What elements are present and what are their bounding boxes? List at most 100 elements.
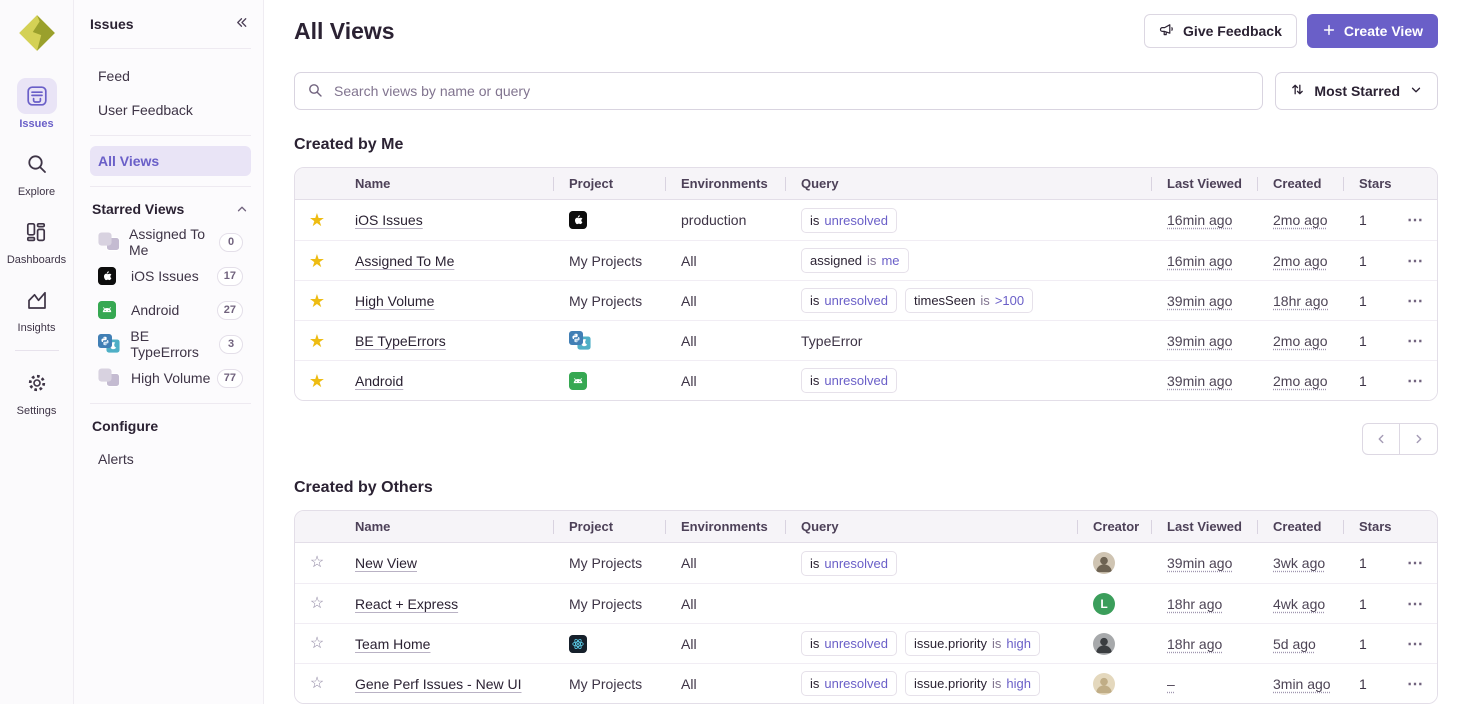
star-toggle[interactable]: ★: [309, 252, 325, 270]
rail-item-label: Issues: [19, 118, 53, 130]
collapse-sidebar-button[interactable]: [232, 13, 251, 35]
column-header-query: Query: [785, 176, 1151, 191]
created-value[interactable]: 3wk ago: [1273, 555, 1325, 571]
give-feedback-button[interactable]: Give Feedback: [1144, 14, 1297, 48]
last-viewed-value[interactable]: 16min ago: [1167, 212, 1232, 228]
created-value[interactable]: 2mo ago: [1273, 253, 1327, 269]
rail-divider: [15, 350, 59, 351]
rail-item-settings[interactable]: Settings: [17, 365, 57, 417]
sidebar-item-feed[interactable]: Feed: [90, 61, 251, 91]
rail-item-insights[interactable]: Insights: [17, 282, 57, 334]
last-viewed-value[interactable]: 18hr ago: [1167, 596, 1222, 612]
rail-item-explore[interactable]: Explore: [17, 146, 57, 198]
sidebar-item-high-volume[interactable]: High Volume 77: [90, 363, 251, 393]
row-menu-button[interactable]: ⋯: [1407, 251, 1425, 271]
view-name-link[interactable]: BE TypeErrors: [355, 333, 446, 349]
stars-count: 1: [1343, 321, 1395, 360]
view-name-link[interactable]: Gene Perf Issues - New UI: [355, 676, 522, 692]
stars-count: 1: [1343, 281, 1395, 320]
sort-dropdown[interactable]: Most Starred: [1275, 72, 1438, 110]
column-header-created: Created: [1257, 519, 1343, 534]
issues-icon: [17, 78, 57, 114]
created-value[interactable]: 2mo ago: [1273, 212, 1327, 228]
last-viewed-value[interactable]: 39min ago: [1167, 555, 1232, 571]
sidebar-item-assigned-to-me[interactable]: Assigned To Me 0: [90, 227, 251, 257]
sidebar-item-all-views[interactable]: All Views: [90, 146, 251, 176]
table-row: ★ Android All isunresolved 39min ago 2mo…: [295, 360, 1437, 400]
rail-item-dashboards[interactable]: Dashboards: [7, 214, 66, 266]
last-viewed-value[interactable]: 39min ago: [1167, 293, 1232, 309]
sidebar-item-be-typeerrors[interactable]: BE TypeErrors 3: [90, 329, 251, 359]
project-cell: [553, 624, 665, 663]
row-menu-button[interactable]: ⋯: [1407, 674, 1425, 694]
org-logo[interactable]: [16, 12, 58, 54]
creator-avatar: [1077, 624, 1151, 663]
sidebar-title: Issues: [90, 16, 134, 32]
last-viewed-value[interactable]: –: [1167, 676, 1175, 692]
row-menu-button[interactable]: ⋯: [1407, 331, 1425, 351]
table-header-row: Name Project Environments Query Last Vie…: [295, 168, 1437, 200]
stars-count: 1: [1343, 624, 1395, 663]
column-header-project: Project: [553, 176, 665, 191]
star-toggle[interactable]: ★: [309, 211, 325, 229]
created-value[interactable]: 18hr ago: [1273, 293, 1328, 309]
search-box[interactable]: [294, 72, 1263, 110]
last-viewed-value[interactable]: 16min ago: [1167, 253, 1232, 269]
last-viewed-value[interactable]: 18hr ago: [1167, 636, 1222, 652]
creator-avatar: L: [1077, 584, 1151, 623]
last-viewed-value[interactable]: 39min ago: [1167, 333, 1232, 349]
sidebar-item-android[interactable]: Android 27: [90, 295, 251, 325]
view-name-link[interactable]: Assigned To Me: [355, 253, 454, 269]
next-page-button[interactable]: [1400, 423, 1438, 455]
row-menu-button[interactable]: ⋯: [1407, 210, 1425, 230]
section-heading-created-by-me: Created by Me: [294, 136, 1438, 154]
sidebar-item-alerts[interactable]: Alerts: [90, 444, 251, 474]
column-header-last-viewed: Last Viewed: [1151, 519, 1257, 534]
row-menu-button[interactable]: ⋯: [1407, 634, 1425, 654]
column-header-created: Created: [1257, 176, 1343, 191]
view-name-link[interactable]: React + Express: [355, 596, 458, 612]
view-name-link[interactable]: Android: [355, 373, 403, 389]
row-menu-button[interactable]: ⋯: [1407, 371, 1425, 391]
query-cell: isunresolvedissue.priorityishigh: [785, 624, 1077, 663]
view-name-link[interactable]: New View: [355, 555, 417, 571]
starred-views-header[interactable]: Starred Views: [90, 201, 249, 217]
column-header-stars: Stars: [1343, 519, 1395, 534]
last-viewed-value[interactable]: 39min ago: [1167, 373, 1232, 389]
created-value[interactable]: 2mo ago: [1273, 373, 1327, 389]
star-toggle[interactable]: ★: [309, 332, 325, 350]
count-badge: 77: [217, 369, 243, 388]
create-view-label: Create View: [1344, 23, 1423, 39]
star-toggle[interactable]: ☆: [310, 676, 324, 692]
sidebar-divider: [90, 186, 251, 187]
sidebar-item-ios-issues[interactable]: iOS Issues 17: [90, 261, 251, 291]
prev-page-button[interactable]: [1362, 423, 1400, 455]
star-toggle[interactable]: ☆: [310, 596, 324, 612]
create-view-button[interactable]: Create View: [1307, 14, 1438, 48]
view-name-link[interactable]: High Volume: [355, 293, 434, 309]
star-toggle[interactable]: ★: [309, 292, 325, 310]
query-cell: [785, 584, 1077, 623]
star-toggle[interactable]: ☆: [310, 555, 324, 571]
row-menu-button[interactable]: ⋯: [1407, 594, 1425, 614]
created-value[interactable]: 2mo ago: [1273, 333, 1327, 349]
row-menu-button[interactable]: ⋯: [1407, 291, 1425, 311]
created-value[interactable]: 3min ago: [1273, 676, 1331, 692]
chevron-down-icon: [1409, 83, 1423, 100]
sidebar-item-user-feedback[interactable]: User Feedback: [90, 95, 251, 125]
created-value[interactable]: 4wk ago: [1273, 596, 1325, 612]
project-stack-icon: [98, 232, 122, 252]
view-name-link[interactable]: Team Home: [355, 636, 430, 652]
project-cell: My Projects: [553, 543, 665, 583]
row-menu-button[interactable]: ⋯: [1407, 553, 1425, 573]
star-toggle[interactable]: ★: [309, 372, 325, 390]
table-row: ☆ Gene Perf Issues - New UI My Projects …: [295, 663, 1437, 703]
view-name-link[interactable]: iOS Issues: [355, 212, 423, 228]
double-chevron-left-icon: [234, 15, 249, 33]
created-value[interactable]: 5d ago: [1273, 636, 1316, 652]
star-toggle[interactable]: ☆: [310, 636, 324, 652]
main-content: All Views Give Feedback Create View: [264, 0, 1471, 704]
rail-item-issues[interactable]: Issues: [17, 78, 57, 130]
count-badge: 0: [219, 233, 243, 252]
search-input[interactable]: [332, 82, 1250, 100]
